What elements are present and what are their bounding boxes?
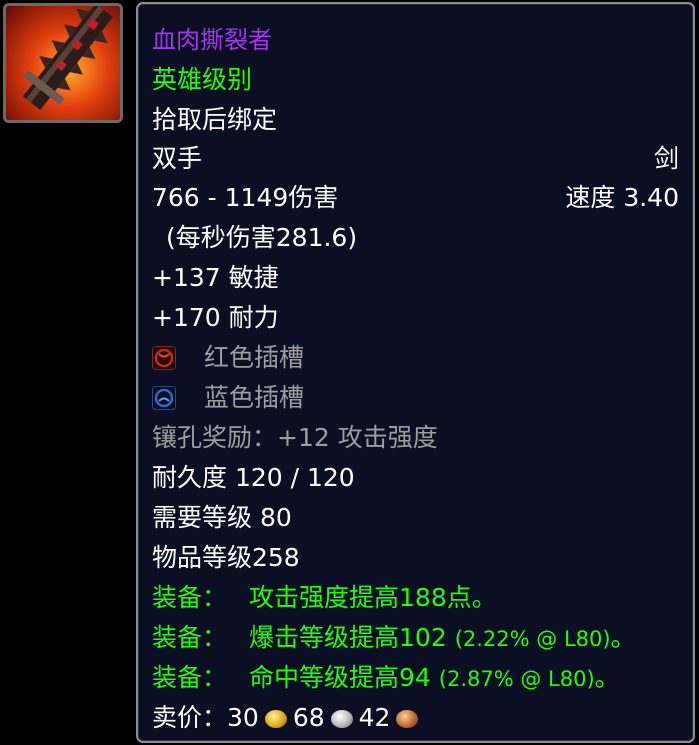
sell-copper-amount: 42: [358, 703, 391, 732]
item-damage: 766 - 1149伤害: [152, 183, 339, 212]
item-type: 剑: [653, 144, 679, 173]
item-level: 物品等级258: [152, 543, 300, 572]
damage-row: 766 - 1149伤害 速度 3.40: [152, 178, 679, 218]
equip-label: 装备：: [152, 583, 228, 612]
socket-blue-row: 蓝色插槽: [152, 378, 679, 418]
sell-silver-amount: 68: [292, 703, 325, 732]
item-name[interactable]: 血肉撕裂者: [152, 20, 679, 60]
gold-coin-icon: [264, 710, 287, 728]
equip-text-2: 爆击等级提高102: [249, 623, 447, 652]
sell-gold-amount: 30: [227, 703, 259, 732]
equip-period: 。: [610, 623, 636, 652]
item-quality: 英雄级别: [152, 65, 253, 94]
equip-text-1: 攻击强度提高188点。: [249, 583, 497, 612]
sell-label: 卖价：: [152, 703, 228, 732]
socket-red-row: 红色插槽: [152, 338, 679, 378]
red-socket-icon: [152, 342, 176, 370]
socket-bonus: 镶孔奖励：+12 攻击强度: [152, 423, 438, 452]
item-dps: (每秒伤害281.6): [166, 223, 358, 252]
equip-label: 装备：: [152, 623, 228, 652]
item-binding: 拾取后绑定: [152, 105, 278, 134]
required-level: 需要等级 80: [152, 503, 292, 532]
equip-period: 。: [594, 663, 620, 692]
slot-row: 双手 剑: [152, 139, 679, 179]
item-icon[interactable]: [3, 3, 123, 123]
equip-effect-1: 装备： 攻击强度提高188点。: [152, 578, 679, 618]
sell-price-row: 卖价：30 68 42: [152, 698, 679, 738]
equip-note-2: (2.22% @ L80): [454, 627, 611, 651]
socket-blue-label: 蓝色插槽: [204, 383, 305, 412]
blue-socket-icon: [152, 382, 176, 410]
item-speed: 速度 3.40: [565, 183, 679, 212]
equip-text-3: 命中等级提高94: [249, 663, 431, 692]
stat-stamina: +170 耐力: [152, 303, 279, 332]
two-handed-sword-icon: [6, 6, 120, 120]
item-durability: 耐久度 120 / 120: [152, 463, 355, 492]
equip-label: 装备：: [152, 663, 228, 692]
silver-coin-icon: [330, 710, 353, 728]
equip-effect-2: 装备： 爆击等级提高102 (2.22% @ L80)。: [152, 618, 679, 658]
socket-red-label: 红色插槽: [204, 343, 305, 372]
equip-note-3: (2.87% @ L80): [438, 667, 595, 691]
equip-effect-3: 装备： 命中等级提高94 (2.87% @ L80)。: [152, 658, 679, 698]
stat-agility: +137 敏捷: [152, 263, 279, 292]
item-tooltip: 血肉撕裂者 英雄级别 拾取后绑定 双手 剑 766 - 1149伤害 速度 3.…: [136, 2, 695, 743]
copper-coin-icon: [396, 710, 419, 728]
item-slot: 双手: [152, 144, 203, 173]
